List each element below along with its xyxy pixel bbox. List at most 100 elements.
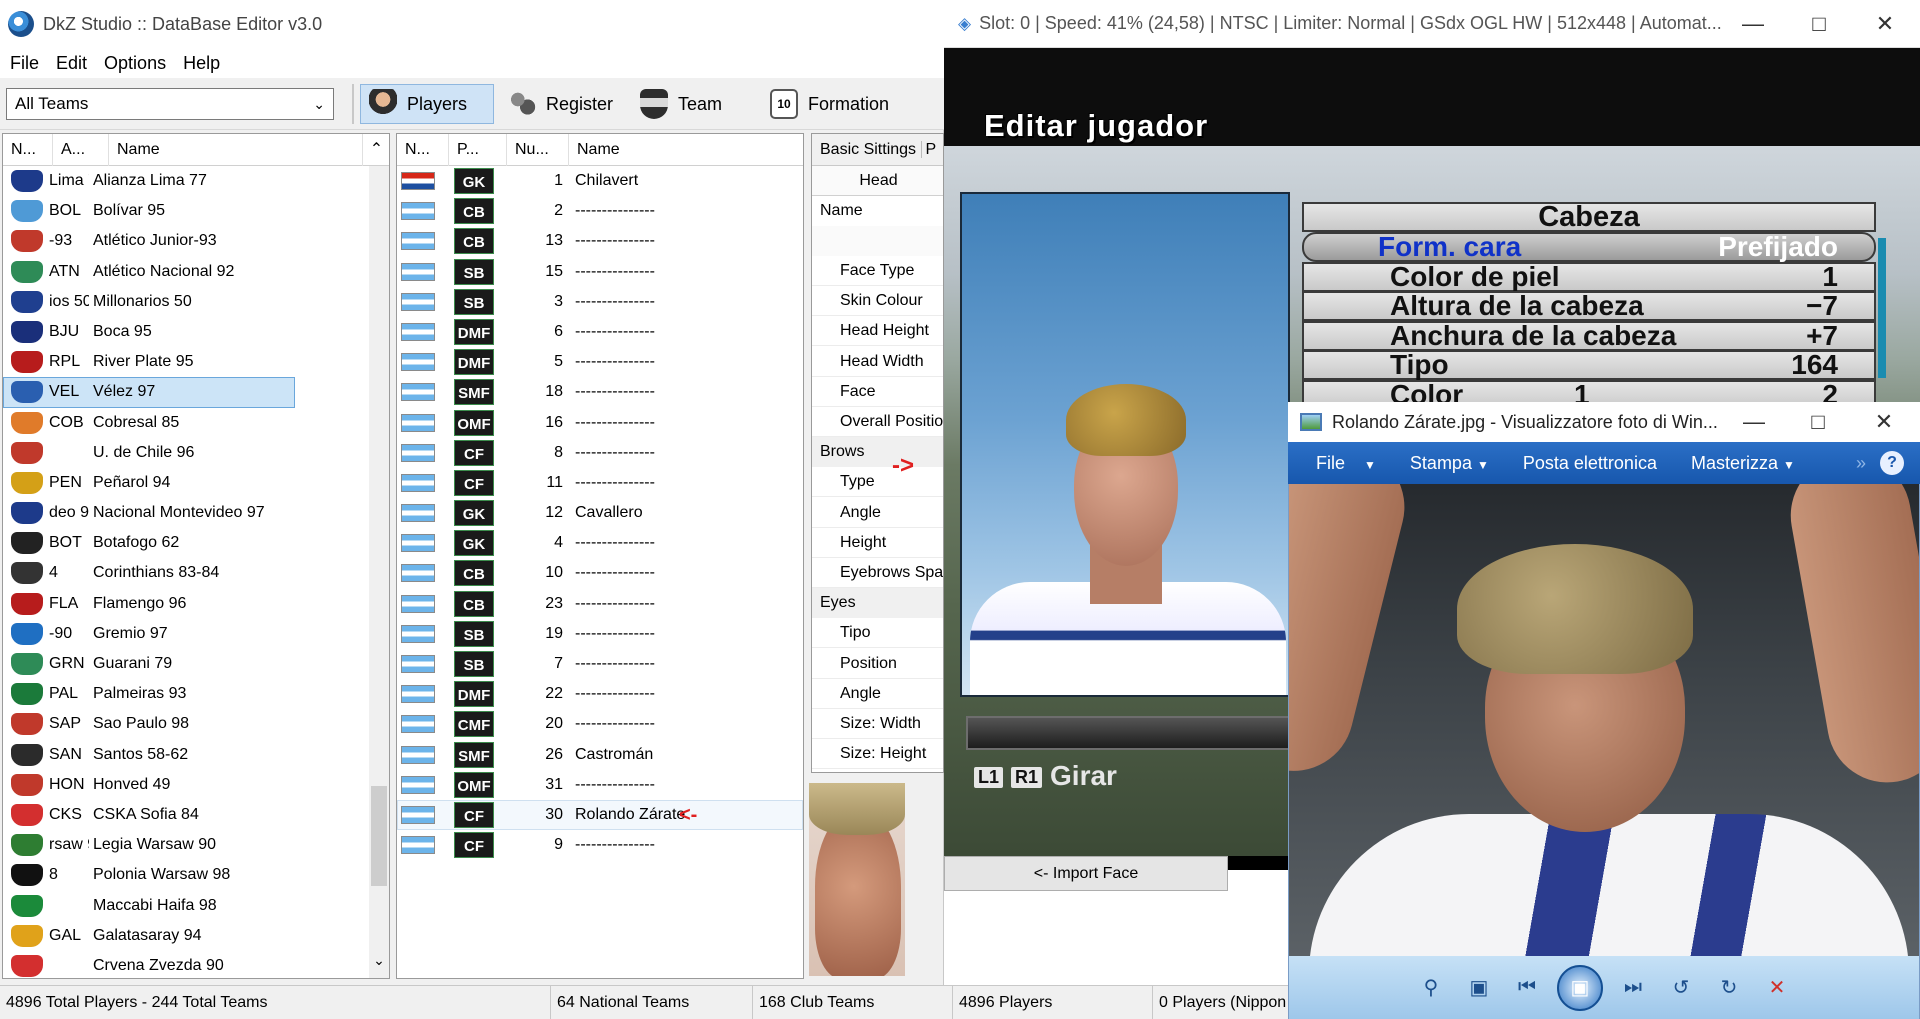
player-row[interactable]: OMF 31 --------------- [397, 770, 803, 800]
slideshow-icon[interactable]: ▣ [1557, 964, 1603, 1011]
delete-icon[interactable]: ✕ [1759, 974, 1795, 1002]
settings-item[interactable]: Skin Colour [812, 286, 943, 317]
team-row[interactable]: BJU Boca 95 [3, 317, 389, 347]
viewer-maximize-icon[interactable]: □ [1786, 402, 1850, 442]
head-setting-row[interactable]: Anchura de la cabeza +7 [1302, 320, 1876, 351]
player-row[interactable]: SB 7 --------------- [397, 649, 803, 679]
player-row[interactable]: CF 9 --------------- [397, 830, 803, 860]
player-row[interactable]: GK 12 Cavallero [397, 498, 803, 528]
team-row[interactable]: PEN Peñarol 94 [3, 468, 389, 498]
help-icon[interactable]: ? [1880, 451, 1904, 475]
player-row[interactable]: CB 13 --------------- [397, 226, 803, 256]
player-row[interactable]: SB 15 --------------- [397, 257, 803, 287]
team-row[interactable]: U. de Chile 96 [3, 438, 389, 468]
team-row[interactable]: GRN Guarani 79 [3, 649, 389, 679]
player-row[interactable]: DMF 6 --------------- [397, 317, 803, 347]
player-row[interactable]: CMF 20 --------------- [397, 709, 803, 739]
player-row[interactable]: CF 8 --------------- [397, 438, 803, 468]
rotate-right-icon[interactable]: ↻ [1711, 974, 1747, 1002]
team-row[interactable]: HON Honved 49 [3, 770, 389, 800]
settings-item[interactable]: Head Height [812, 316, 943, 347]
viewer-close-icon[interactable]: ✕ [1852, 402, 1916, 442]
col-header-abbr[interactable]: A... [53, 134, 109, 166]
player-row[interactable]: DMF 5 --------------- [397, 347, 803, 377]
scroll-down-icon[interactable]: ⌄ [369, 952, 389, 978]
team-row[interactable]: BOL Bolívar 95 [3, 196, 389, 226]
team-row[interactable]: FLA Flamengo 96 [3, 589, 389, 619]
team-row[interactable]: ios 50 Millonarios 50 [3, 287, 389, 317]
player-row[interactable]: DMF 22 --------------- [397, 679, 803, 709]
team-row[interactable]: RPL River Plate 95 [3, 347, 389, 377]
settings-item[interactable]: Height [812, 528, 943, 558]
settings-item[interactable]: Head Width [812, 347, 943, 377]
settings-item[interactable]: Angle [812, 679, 943, 709]
head-setting-row[interactable]: Form. cara Prefijado [1302, 232, 1876, 262]
team-row[interactable]: rsaw 9Legia Warsaw 90 [3, 830, 389, 860]
zoom-icon[interactable]: ⚲ [1413, 974, 1449, 1002]
settings-item[interactable]: Size: Width [812, 709, 943, 739]
menu-help[interactable]: Help [177, 53, 231, 74]
name-field-value[interactable] [812, 226, 943, 256]
team-row[interactable]: SAP Sao Paulo 98 [3, 709, 389, 739]
scroll-up-icon[interactable]: ⌃ [363, 134, 389, 166]
team-row[interactable]: ATN Atlético Nacional 92 [3, 257, 389, 287]
head-setting-row[interactable]: Color de piel 1 [1302, 261, 1876, 292]
head-setting-row[interactable]: Tipo 164 [1302, 350, 1876, 380]
head-setting-row[interactable]: Altura de la cabeza −7 [1302, 291, 1876, 321]
col-header-pos[interactable]: P... [449, 134, 507, 166]
settings-item[interactable]: Face Type [812, 256, 943, 286]
close-icon[interactable]: ✕ [1852, 0, 1918, 48]
team-filter-select[interactable]: All Teams ⌄ [6, 88, 334, 120]
col-header-name[interactable]: Name [109, 134, 363, 166]
settings-item[interactable]: Type [812, 467, 943, 498]
player-row[interactable]: CB 2 --------------- [397, 196, 803, 226]
viewer-minimize-icon[interactable]: — [1722, 402, 1786, 442]
register-button[interactable]: Register [500, 84, 616, 124]
player-row[interactable]: SB 19 --------------- [397, 619, 803, 649]
team-row[interactable]: CKS CSKA Sofia 84 [3, 800, 389, 830]
team-row[interactable]: 4 Corinthians 83-84 [3, 558, 389, 588]
viewer-menu-file[interactable]: File ▼ [1316, 453, 1376, 474]
player-row[interactable]: CB 23 --------------- [397, 589, 803, 619]
player-row[interactable]: CB 10 --------------- [397, 558, 803, 588]
team-row[interactable]: BOT Botafogo 62 [3, 528, 389, 558]
maximize-icon[interactable]: □ [1786, 0, 1852, 48]
previous-icon[interactable]: ⏮ [1509, 974, 1545, 1002]
menu-options[interactable]: Options [98, 53, 177, 74]
settings-item[interactable]: Tipo [812, 618, 943, 649]
team-row[interactable]: SAN Santos 58-62 [3, 740, 389, 770]
team-row[interactable]: VEL Vélez 97 [3, 377, 295, 408]
team-row[interactable]: Lima 7Alianza Lima 77 [3, 166, 389, 196]
fit-window-icon[interactable]: ▣ [1461, 974, 1497, 1002]
teams-scrollbar-thumb[interactable] [371, 786, 387, 886]
settings-item[interactable]: Position [812, 649, 943, 679]
formation-button[interactable]: 10 Formation [762, 84, 944, 124]
team-row[interactable]: -93 Atlético Junior-93 [3, 226, 389, 256]
team-row[interactable]: PAL Palmeiras 93 [3, 679, 389, 709]
player-row[interactable]: SMF 26 Castromán [397, 740, 803, 770]
player-row[interactable]: OMF 16 --------------- [397, 408, 803, 438]
settings-item[interactable]: Eyebrows Spacing [812, 558, 943, 588]
team-row[interactable]: 8 Polonia Warsaw 98 [3, 860, 389, 890]
team-row[interactable]: COB Cobresal 85 [3, 408, 389, 438]
team-row[interactable]: Crvena Zvezda 90 [3, 951, 389, 978]
minimize-icon[interactable]: — [1720, 0, 1786, 48]
settings-item[interactable]: Face [812, 377, 943, 407]
player-row[interactable]: CF 11 --------------- [397, 468, 803, 498]
team-row[interactable]: deo 9 Nacional Montevideo 97 [3, 498, 389, 528]
team-row[interactable]: Maccabi Haifa 98 [3, 891, 389, 921]
tab-second-label[interactable]: P [920, 141, 937, 158]
viewer-menu-burn[interactable]: Masterizza ▼ [1691, 453, 1795, 474]
settings-item[interactable]: Size: Height [812, 739, 943, 770]
player-row[interactable]: CF 30 Rolando Zárate <- [397, 799, 803, 831]
col-header-nat[interactable]: N... [397, 134, 449, 166]
more-icon[interactable]: » [1856, 453, 1866, 474]
players-button[interactable]: Players [360, 84, 494, 124]
next-icon[interactable]: ⏭ [1615, 974, 1651, 1002]
rotate-left-icon[interactable]: ↺ [1663, 974, 1699, 1002]
menu-edit[interactable]: Edit [50, 53, 98, 74]
player-row[interactable]: GK 1 Chilavert [397, 166, 803, 196]
menu-file[interactable]: File [4, 53, 50, 74]
team-button[interactable]: Team [632, 84, 736, 124]
col-header-num[interactable]: Nu... [507, 134, 569, 166]
